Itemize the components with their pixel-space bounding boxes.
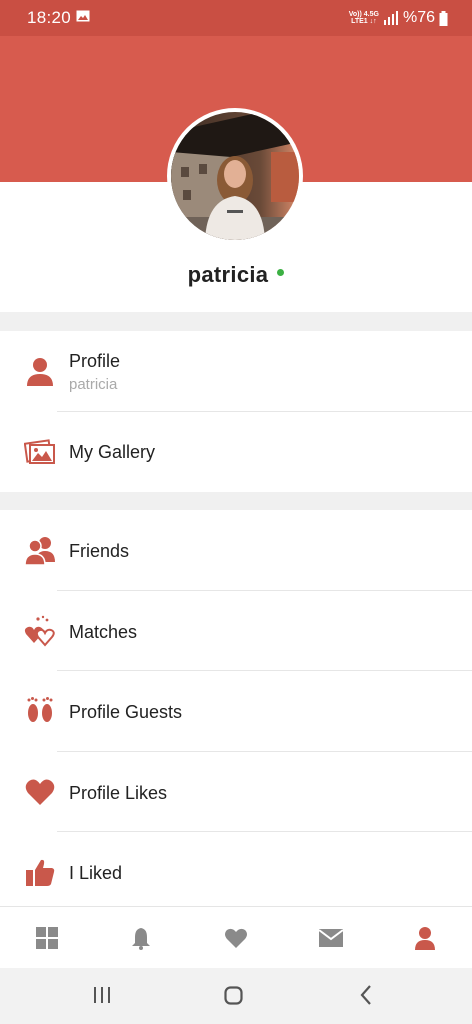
menu-item-friends[interactable]: Friends	[0, 510, 472, 590]
mail-icon	[318, 929, 344, 947]
back-icon[interactable]	[356, 982, 376, 1008]
menu-item-subtitle: patricia	[69, 376, 118, 393]
heart-icon	[225, 928, 247, 948]
system-nav-bar	[0, 968, 472, 1024]
bottom-nav	[0, 906, 472, 968]
menu-section-social: Friends Matches Profile Guests Profile L…	[0, 510, 472, 906]
nav-likes[interactable]	[189, 907, 283, 969]
gallery-notification-icon	[76, 10, 90, 22]
status-indicators: Vo)) 4.5G LTE1 ↓↑ %76	[349, 6, 448, 30]
menu-item-label: I Liked	[69, 863, 123, 883]
footprints-icon	[27, 697, 53, 722]
menu-item-i-liked[interactable]: I Liked	[0, 832, 472, 912]
profile-name-row: patricia	[0, 262, 472, 288]
menu-item-label: Profile Guests	[69, 702, 183, 722]
profile-name: patricia	[187, 262, 269, 287]
home-icon[interactable]	[223, 982, 245, 1008]
person-icon	[27, 358, 53, 386]
thumbs-up-icon	[26, 859, 55, 886]
menu-item-profile-likes[interactable]: Profile Likes	[0, 752, 472, 832]
nav-profile[interactable]	[378, 907, 472, 969]
person-icon	[415, 927, 435, 950]
menu-item-label: Profile	[69, 351, 121, 371]
menu-section-account: Profile patricia My Gallery	[0, 331, 472, 492]
menu-item-profile-guests[interactable]: Profile Guests	[0, 671, 472, 751]
bell-icon	[132, 928, 150, 950]
status-bar: 18:20 Vo)) 4.5G LTE1 ↓↑ %76	[0, 0, 472, 36]
menu-item-matches[interactable]: Matches	[0, 591, 472, 671]
nav-home[interactable]	[0, 907, 94, 969]
status-time: 18:20	[27, 8, 72, 27]
battery-percent: %76	[402, 9, 435, 26]
nav-notifications[interactable]	[94, 907, 188, 969]
avatar[interactable]	[167, 108, 303, 244]
menu-item-label: Profile Likes	[69, 783, 168, 803]
recent-apps-icon[interactable]	[92, 982, 112, 1008]
online-status-dot	[277, 268, 285, 276]
menu-item-gallery[interactable]: My Gallery	[0, 412, 472, 492]
network-indicator: Vo)) 4.5G LTE1 ↓↑	[348, 11, 379, 25]
menu-item-profile[interactable]: Profile patricia	[0, 331, 472, 411]
menu-item-label: Friends	[69, 541, 130, 561]
heart-icon	[25, 779, 55, 805]
battery-icon	[439, 10, 448, 26]
photos-icon	[24, 439, 55, 464]
menu-item-label: My Gallery	[69, 442, 156, 462]
grid-icon	[36, 927, 58, 949]
hearts-icon	[24, 615, 55, 647]
nav-messages[interactable]	[283, 907, 377, 969]
signal-icon	[383, 11, 398, 25]
menu-item-label: Matches	[69, 622, 138, 642]
friends-icon	[24, 537, 55, 566]
